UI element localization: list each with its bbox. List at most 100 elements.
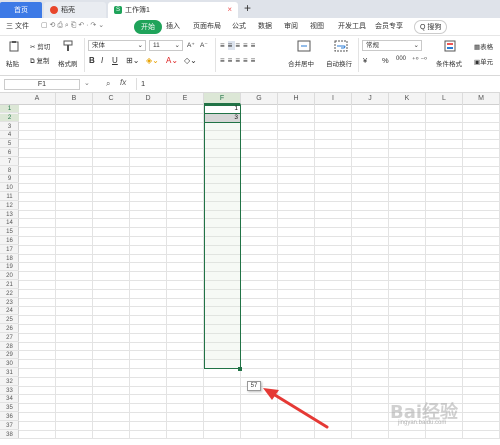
row-header-31[interactable]: 31 [0, 369, 19, 377]
conditional-format-icon[interactable] [444, 40, 456, 52]
row-header-30[interactable]: 30 [0, 360, 19, 369]
column-header-a[interactable]: A [19, 93, 56, 105]
search-icon[interactable]: ⌕ [106, 79, 110, 89]
column-header-d[interactable]: D [130, 93, 167, 105]
search-box[interactable]: Q 搜狗 [414, 20, 448, 34]
wrap-text-label[interactable]: 自动换行 [326, 58, 352, 68]
row-header-25[interactable]: 25 [0, 316, 19, 325]
number-format-select[interactable]: 常规 ⌄ [362, 40, 422, 51]
italic-button[interactable]: I [101, 56, 103, 65]
row-header-14[interactable]: 14 [0, 219, 19, 228]
paste-label[interactable]: 粘贴 [6, 58, 19, 68]
paste-icon[interactable] [8, 40, 20, 52]
column-header-i[interactable]: I [315, 93, 352, 105]
cell-f1[interactable]: 1 [206, 105, 238, 114]
row-header-17[interactable]: 17 [0, 246, 19, 254]
clear-format-icon[interactable]: ◇⌄ [184, 56, 197, 65]
format-painter-icon[interactable] [63, 40, 73, 52]
vertical-align-icons[interactable]: ≡≡≡≡≡ [220, 41, 258, 50]
formula-input[interactable]: 1 [136, 78, 496, 90]
tab-home[interactable]: 首页 [0, 2, 42, 18]
underline-button[interactable]: U [112, 56, 118, 65]
menu-formula[interactable]: 公式 [232, 21, 246, 31]
row-header-8[interactable]: 8 [0, 167, 19, 175]
row-header-10[interactable]: 10 [0, 184, 19, 193]
column-header-b[interactable]: B [56, 93, 93, 105]
close-tab-icon[interactable]: × [227, 5, 232, 14]
row-header-35[interactable]: 35 [0, 404, 19, 413]
row-header-23[interactable]: 23 [0, 299, 19, 307]
menu-view[interactable]: 视图 [310, 21, 324, 31]
font-size-select[interactable]: 11 ⌄ [149, 40, 183, 51]
row-header-12[interactable]: 12 [0, 202, 19, 210]
row-header-19[interactable]: 19 [0, 263, 19, 272]
row-header-18[interactable]: 18 [0, 255, 19, 263]
horizontal-align-icons[interactable]: ≡≡≡≡≡ [220, 56, 258, 65]
row-header-36[interactable]: 36 [0, 413, 19, 421]
column-header-g[interactable]: G [241, 93, 278, 105]
border-icon[interactable]: ⊞⌄ [126, 56, 139, 65]
row-header-5[interactable]: 5 [0, 140, 19, 149]
font-color-icon[interactable]: A⌄ [166, 56, 178, 65]
wrap-text-icon[interactable] [334, 40, 348, 52]
name-box[interactable]: F1 [4, 79, 80, 90]
row-header-37[interactable]: 37 [0, 422, 19, 430]
row-header-22[interactable]: 22 [0, 290, 19, 298]
row-header-33[interactable]: 33 [0, 387, 19, 395]
row-header-1[interactable]: 1 [0, 105, 19, 113]
new-tab-button[interactable]: + [244, 1, 251, 15]
fx-label[interactable]: fx [120, 78, 126, 87]
row-header-4[interactable]: 4 [0, 131, 19, 140]
menu-developer[interactable]: 开发工具 [338, 21, 366, 31]
column-header-k[interactable]: K [389, 93, 426, 105]
copy-button[interactable]: ⧉ 复制 [30, 55, 49, 66]
cut-button[interactable]: ✂ 剪切 [30, 41, 50, 51]
font-name-select[interactable]: 宋体 ⌄ [88, 40, 146, 51]
column-header-h[interactable]: H [278, 93, 315, 105]
column-header-f[interactable]: F [204, 93, 241, 105]
menu-page-layout[interactable]: 页面布局 [193, 21, 221, 31]
merge-center-label[interactable]: 合并居中 [288, 58, 314, 68]
row-header-21[interactable]: 21 [0, 281, 19, 289]
row-header-34[interactable]: 34 [0, 395, 19, 404]
font-grow-button[interactable]: A⁺ [187, 41, 195, 49]
row-header-9[interactable]: 9 [0, 175, 19, 184]
chevron-down-icon[interactable]: ⌄ [84, 79, 90, 87]
percent-button[interactable]: % [382, 56, 389, 65]
row-header-38[interactable]: 38 [0, 431, 19, 439]
row-header-28[interactable]: 28 [0, 343, 19, 351]
row-header-13[interactable]: 13 [0, 211, 19, 219]
column-header-e[interactable]: E [167, 93, 204, 105]
menu-data[interactable]: 数据 [258, 21, 272, 31]
table-style-button[interactable]: ▦表格 [474, 41, 493, 51]
bold-button[interactable]: B [89, 56, 95, 65]
cell-style-button[interactable]: ▣单元 [474, 56, 493, 66]
row-header-26[interactable]: 26 [0, 325, 19, 333]
decimal-icons[interactable]: ⁺⁰ ⁻⁰ [412, 56, 427, 64]
menu-start[interactable]: 开始 [134, 20, 162, 34]
row-header-20[interactable]: 20 [0, 272, 19, 281]
row-header-2[interactable]: 2 [0, 113, 19, 122]
row-header-29[interactable]: 29 [0, 351, 19, 360]
column-header-c[interactable]: C [93, 93, 130, 105]
menu-insert[interactable]: 插入 [166, 21, 180, 31]
currency-button[interactable]: ¥ [363, 56, 367, 65]
tab-workbook[interactable]: S 工作簿1 × [108, 2, 238, 18]
fill-handle[interactable] [238, 367, 242, 371]
column-header-m[interactable]: M [463, 93, 500, 105]
menu-file[interactable]: 三 文件 [6, 21, 29, 31]
column-header-l[interactable]: L [426, 93, 463, 105]
row-header-24[interactable]: 24 [0, 307, 19, 316]
row-header-6[interactable]: 6 [0, 149, 19, 157]
menu-review[interactable]: 审阅 [284, 21, 298, 31]
font-shrink-button[interactable]: A⁻ [200, 41, 208, 49]
row-header-11[interactable]: 11 [0, 193, 19, 201]
tab-docer[interactable]: 稻壳 [44, 2, 106, 18]
merge-center-icon[interactable] [297, 40, 311, 52]
row-header-3[interactable]: 3 [0, 123, 19, 131]
row-header-7[interactable]: 7 [0, 158, 19, 166]
conditional-format-label[interactable]: 条件格式 [436, 58, 462, 68]
row-header-16[interactable]: 16 [0, 237, 19, 245]
menu-member[interactable]: 会员专享 [375, 21, 403, 31]
fill-color-icon[interactable]: ◈⌄ [146, 56, 159, 65]
